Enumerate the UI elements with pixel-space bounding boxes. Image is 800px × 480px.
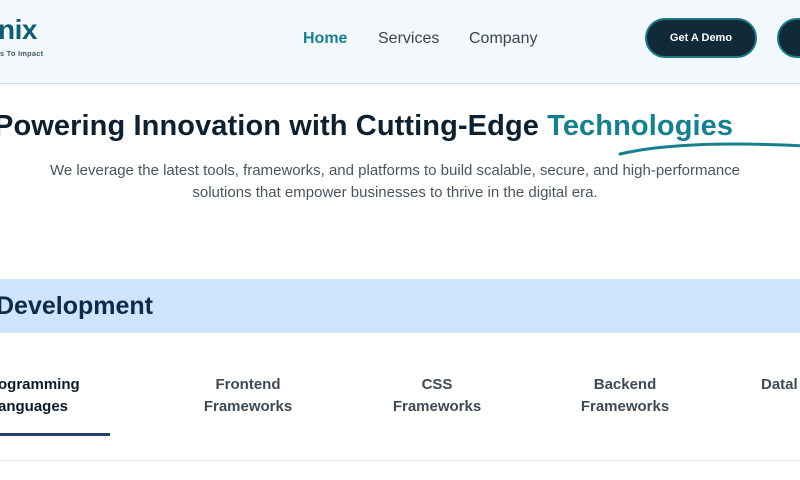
tab-databases[interactable]: Datal (761, 374, 798, 396)
site-header: nix s To Impact Home Services Company Ge… (0, 0, 800, 84)
underline-swoosh-icon (618, 142, 800, 156)
tab-label-line1: ogramming (0, 376, 80, 393)
hero-description: We leverage the latest tools, frameworks… (49, 162, 741, 201)
nav-company[interactable]: Company (469, 28, 537, 50)
nav-services[interactable]: Services (378, 28, 439, 50)
logo-tagline: s To Impact (0, 49, 44, 58)
tab-label-line2: Frameworks (203, 398, 293, 415)
page: nix s To Impact Home Services Company Ge… (0, 0, 800, 480)
tab-css-frameworks[interactable]: CSS Frameworks (377, 374, 497, 418)
logo[interactable]: nix (0, 14, 37, 46)
tab-label-line2: Frameworks (580, 398, 670, 415)
active-tab-indicator (0, 433, 110, 436)
nav-home[interactable]: Home (303, 28, 347, 50)
tab-label-line1: Frontend (215, 376, 281, 393)
tab-frontend-frameworks[interactable]: Frontend Frameworks (188, 374, 308, 418)
hero-title-accent: Technologies (547, 110, 734, 142)
get-demo-button[interactable]: Get A Demo (645, 18, 757, 58)
hero-title-main: Powering Innovation with Cutting-Edge (0, 110, 548, 142)
tab-label-line2: anguages (0, 398, 69, 415)
tab-backend-frameworks[interactable]: Backend Frameworks (565, 374, 685, 418)
tab-label-line2: Frameworks (392, 398, 482, 415)
section-title: Development (0, 292, 153, 320)
tab-programming-languages[interactable]: ogramming anguages (0, 374, 80, 418)
tabs-divider (0, 460, 800, 461)
tab-label-line1: Backend (593, 376, 657, 393)
secondary-header-button[interactable] (777, 18, 800, 58)
tab-label-line1: CSS (421, 376, 453, 393)
tab-label-line1: Datal (761, 376, 798, 393)
